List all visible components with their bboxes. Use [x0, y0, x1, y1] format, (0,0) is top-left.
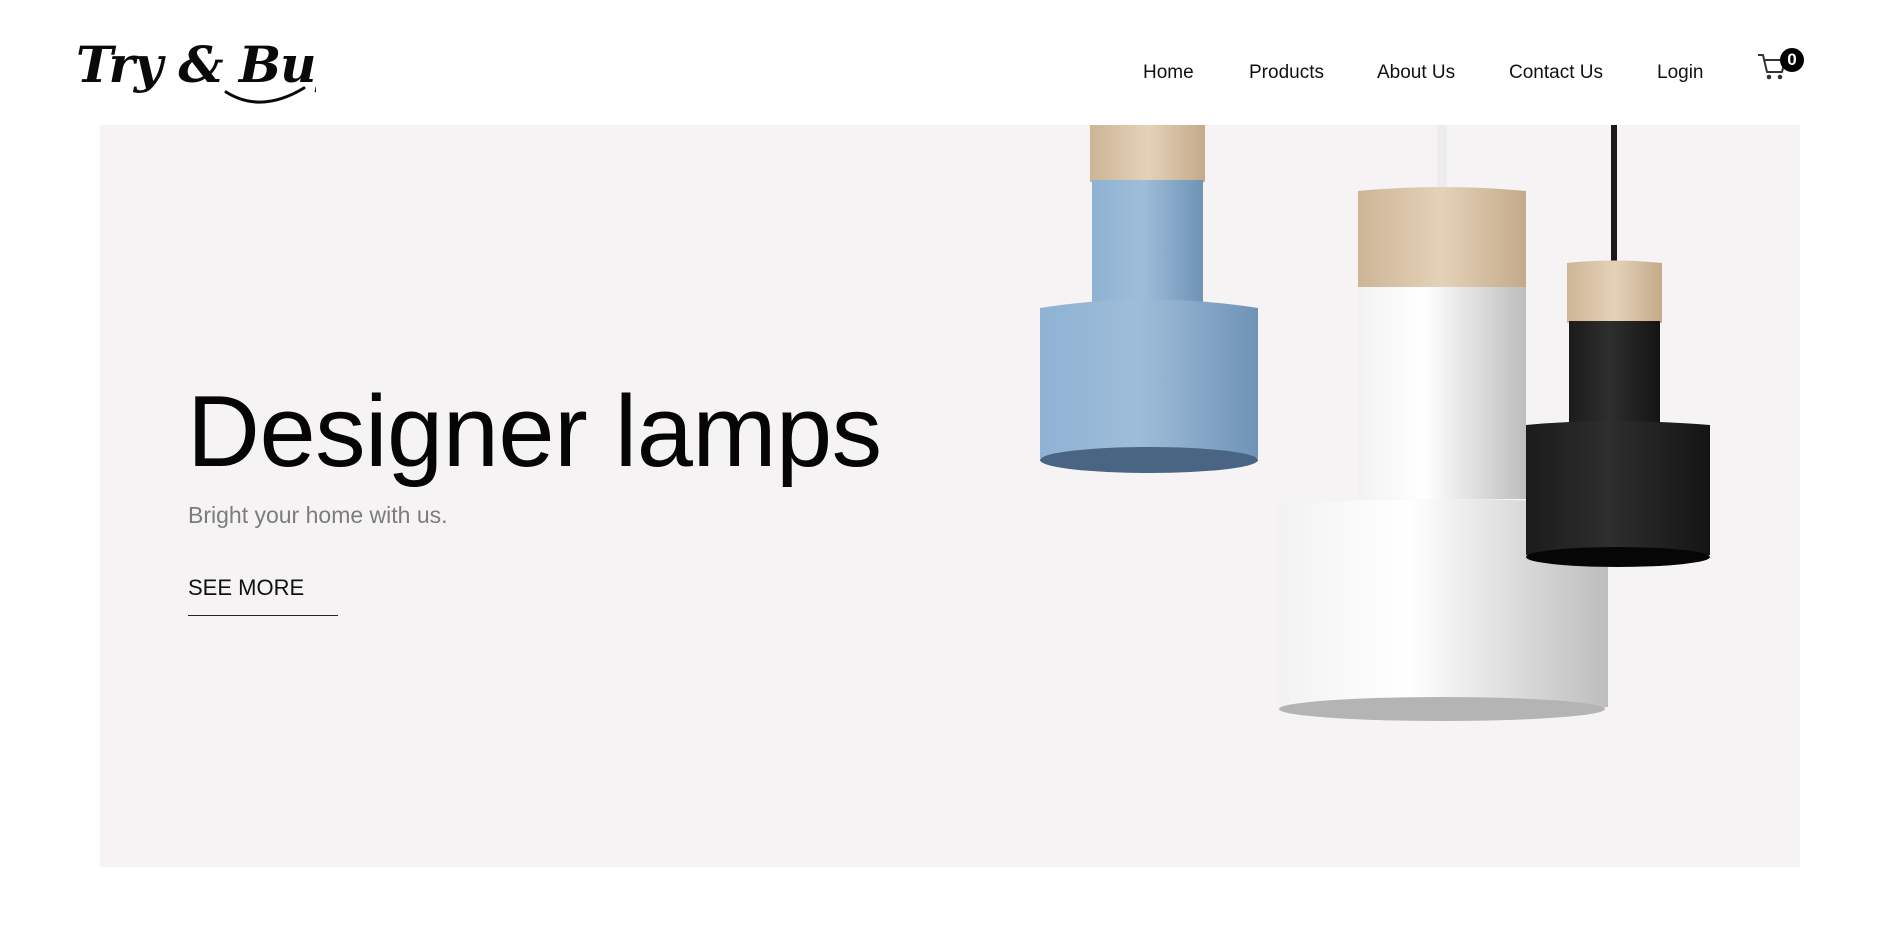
nav-home[interactable]: Home: [1143, 60, 1194, 86]
nav-products[interactable]: Products: [1249, 60, 1324, 86]
see-more-button[interactable]: SEE MORE: [188, 575, 338, 616]
hero-title: Designer lamps: [187, 376, 882, 488]
nav-login[interactable]: Login: [1657, 60, 1704, 86]
nav-contact-us[interactable]: Contact Us: [1509, 60, 1603, 86]
cart-button[interactable]: 0: [1756, 46, 1806, 86]
nav-about-us[interactable]: About Us: [1377, 60, 1455, 86]
hero-subtitle: Bright your home with us.: [188, 502, 448, 528]
cart-count-badge: 0: [1780, 48, 1804, 72]
pendant-lamps-image: [1040, 125, 1710, 721]
site-header: Try & Buy Home Products About Us Contact…: [0, 0, 1898, 125]
main-nav: Home Products About Us Contact Us Login: [0, 60, 1898, 86]
blue-lamp: [1040, 125, 1258, 473]
black-lamp: [1526, 260, 1710, 567]
hero-banner: Designer lamps Bright your home with us.…: [100, 125, 1800, 867]
